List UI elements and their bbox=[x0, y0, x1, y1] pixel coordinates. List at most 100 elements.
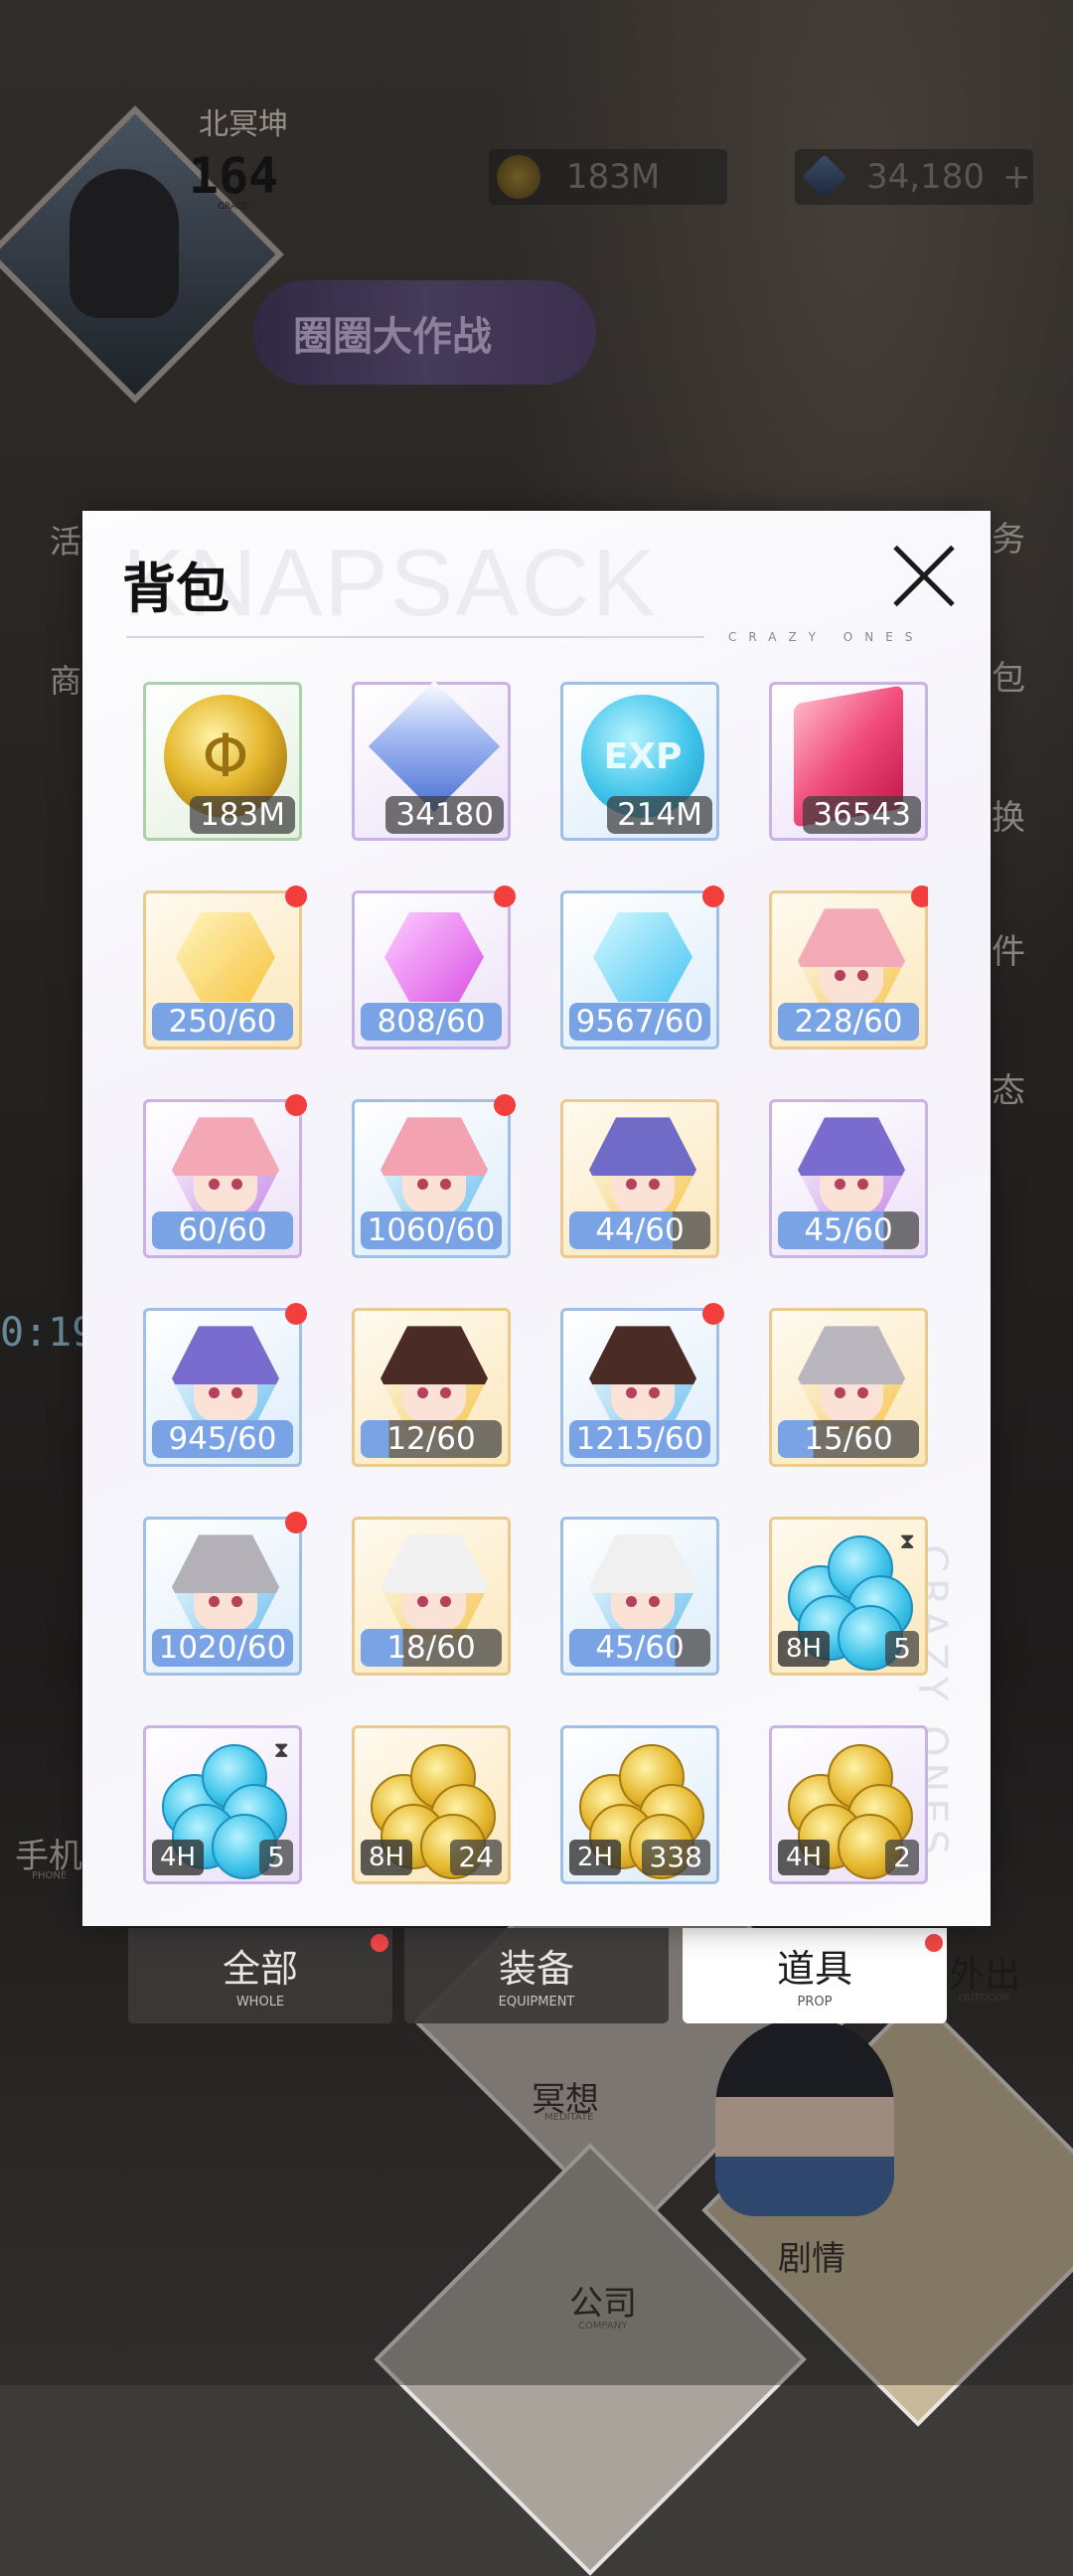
brand-tagline: CRAZY ONES bbox=[728, 630, 925, 644]
tab-prop[interactable]: 道具 PROP bbox=[683, 1928, 947, 2023]
notification-dot bbox=[911, 886, 928, 907]
portrait-hair bbox=[381, 1117, 488, 1176]
character-fragment-icon bbox=[172, 1534, 279, 1640]
item-count-badge: 34180 bbox=[385, 796, 504, 834]
notification-dot bbox=[285, 1512, 307, 1533]
character-fragment-icon bbox=[172, 1117, 279, 1222]
inventory-item[interactable]: 228/60 bbox=[769, 886, 928, 1049]
fragment-progress-badge: 45/60 bbox=[778, 1211, 919, 1249]
inventory-item[interactable]: 45/60 bbox=[769, 1099, 928, 1258]
character-fragment-icon bbox=[381, 1534, 488, 1640]
item-count-badge: 183M bbox=[190, 796, 295, 834]
tab-whole-notification-dot bbox=[371, 1934, 388, 1952]
portrait-eye bbox=[416, 1386, 428, 1399]
character-fragment-icon bbox=[381, 1326, 488, 1431]
fragment-progress-badge: 18/60 bbox=[361, 1629, 502, 1667]
crystal-shard-icon bbox=[593, 912, 692, 1002]
inventory-item[interactable]: 9567/60 bbox=[560, 886, 724, 1049]
portrait-eye bbox=[208, 1595, 220, 1608]
inventory-item[interactable]: 60/60 bbox=[143, 1094, 307, 1258]
portrait-hair bbox=[798, 1117, 905, 1176]
inventory-item[interactable]: 2H 338 bbox=[560, 1725, 719, 1884]
inventory-item[interactable]: 4H 2 bbox=[769, 1725, 928, 1884]
inventory-item[interactable]: 214M bbox=[560, 682, 719, 841]
portrait-hair bbox=[172, 1326, 279, 1384]
inventory-item[interactable]: 945/60 bbox=[143, 1303, 307, 1467]
fragment-progress-badge: 1020/60 bbox=[152, 1629, 293, 1667]
inventory-item[interactable]: 4H 5 ⧗ bbox=[143, 1725, 302, 1884]
tab-whole[interactable]: 全部 WHOLE bbox=[128, 1928, 392, 2023]
portrait-hair bbox=[798, 1326, 905, 1384]
inventory-item[interactable]: 1215/60 bbox=[560, 1303, 724, 1467]
close-icon[interactable] bbox=[889, 541, 959, 610]
portrait-hair bbox=[172, 1117, 279, 1176]
tab-equipment-label: 装备 bbox=[498, 1947, 574, 1991]
inventory-item[interactable]: 1060/60 bbox=[352, 1094, 516, 1258]
character-fragment-icon bbox=[798, 1117, 905, 1222]
portrait-eye bbox=[625, 1386, 637, 1399]
inventory-item[interactable]: 18/60 bbox=[352, 1517, 511, 1676]
quantity-badge: 5 bbox=[259, 1840, 293, 1875]
portrait-hair bbox=[381, 1326, 488, 1384]
inventory-item[interactable]: 12/60 bbox=[352, 1308, 511, 1467]
tab-equipment[interactable]: 装备 EQUIPMENT bbox=[404, 1928, 669, 2023]
character-fragment-icon bbox=[589, 1534, 696, 1640]
notification-dot bbox=[494, 886, 516, 907]
tab-equipment-caption: EQUIPMENT bbox=[498, 1995, 575, 2010]
hourglass-icon: ⧗ bbox=[899, 1530, 915, 1554]
inventory-item[interactable]: 8H 5 ⧗ bbox=[769, 1517, 928, 1676]
character-fragment-icon bbox=[381, 1117, 488, 1222]
diamond-gem-icon bbox=[368, 682, 501, 813]
tab-prop-caption: PROP bbox=[797, 1995, 833, 2010]
inventory-item[interactable]: 44/60 bbox=[560, 1099, 719, 1258]
fragment-progress-badge: 250/60 bbox=[152, 1003, 293, 1041]
inventory-item[interactable]: 15/60 bbox=[769, 1308, 928, 1467]
tab-prop-label: 道具 bbox=[776, 1947, 852, 1991]
notification-dot bbox=[285, 886, 307, 907]
fragment-progress-badge: 12/60 bbox=[361, 1420, 502, 1458]
fragment-progress-badge: 808/60 bbox=[361, 1003, 502, 1041]
notification-dot bbox=[494, 1094, 516, 1116]
item-grid[interactable]: 183M 34180 214M 36543 250/60 808/60 9567/60 228… bbox=[143, 682, 928, 1894]
portrait-hair bbox=[798, 908, 905, 967]
character-fragment-icon bbox=[798, 1326, 905, 1431]
portrait-hair bbox=[172, 1534, 279, 1593]
inventory-item[interactable]: 8H 24 bbox=[352, 1725, 511, 1884]
duration-badge: 4H bbox=[152, 1840, 205, 1875]
crystal-shard-icon bbox=[176, 912, 275, 1002]
item-count-badge: 214M bbox=[607, 796, 712, 834]
duration-badge: 4H bbox=[778, 1840, 831, 1875]
fragment-progress-badge: 45/60 bbox=[569, 1629, 710, 1667]
notification-dot bbox=[702, 1303, 724, 1325]
character-fragment-icon bbox=[589, 1326, 696, 1431]
character-fragment-icon bbox=[589, 1117, 696, 1222]
inventory-item[interactable]: 45/60 bbox=[560, 1517, 719, 1676]
inventory-item[interactable]: 808/60 bbox=[352, 886, 516, 1049]
notification-dot bbox=[285, 1303, 307, 1325]
inventory-item[interactable]: 183M bbox=[143, 682, 302, 841]
inventory-item[interactable]: 1020/60 bbox=[143, 1512, 307, 1676]
duration-badge: 8H bbox=[778, 1631, 831, 1667]
inventory-item[interactable]: 250/60 bbox=[143, 886, 307, 1049]
notification-dot bbox=[285, 1094, 307, 1116]
character-fragment-icon bbox=[172, 1326, 279, 1431]
fragment-progress-badge: 44/60 bbox=[569, 1211, 710, 1249]
portrait-eye bbox=[834, 1386, 845, 1399]
quantity-badge: 2 bbox=[885, 1840, 919, 1875]
inventory-item[interactable]: 36543 bbox=[769, 682, 928, 841]
title-divider bbox=[126, 636, 704, 638]
portrait-eye bbox=[208, 1386, 220, 1399]
portrait-eye bbox=[625, 1595, 637, 1608]
fragment-progress-badge: 15/60 bbox=[778, 1420, 919, 1458]
fragment-progress-badge: 1215/60 bbox=[569, 1420, 710, 1458]
quantity-badge: 24 bbox=[450, 1840, 502, 1875]
hourglass-icon: ⧗ bbox=[273, 1738, 289, 1763]
notification-dot bbox=[702, 886, 724, 907]
portrait-hair bbox=[589, 1326, 696, 1384]
inventory-item[interactable]: 34180 bbox=[352, 682, 511, 841]
portrait-eye bbox=[416, 1595, 428, 1608]
tab-prop-notification-dot bbox=[925, 1934, 943, 1952]
duration-badge: 8H bbox=[361, 1840, 413, 1875]
portrait-hair bbox=[381, 1534, 488, 1593]
portrait-eye bbox=[625, 1178, 637, 1191]
